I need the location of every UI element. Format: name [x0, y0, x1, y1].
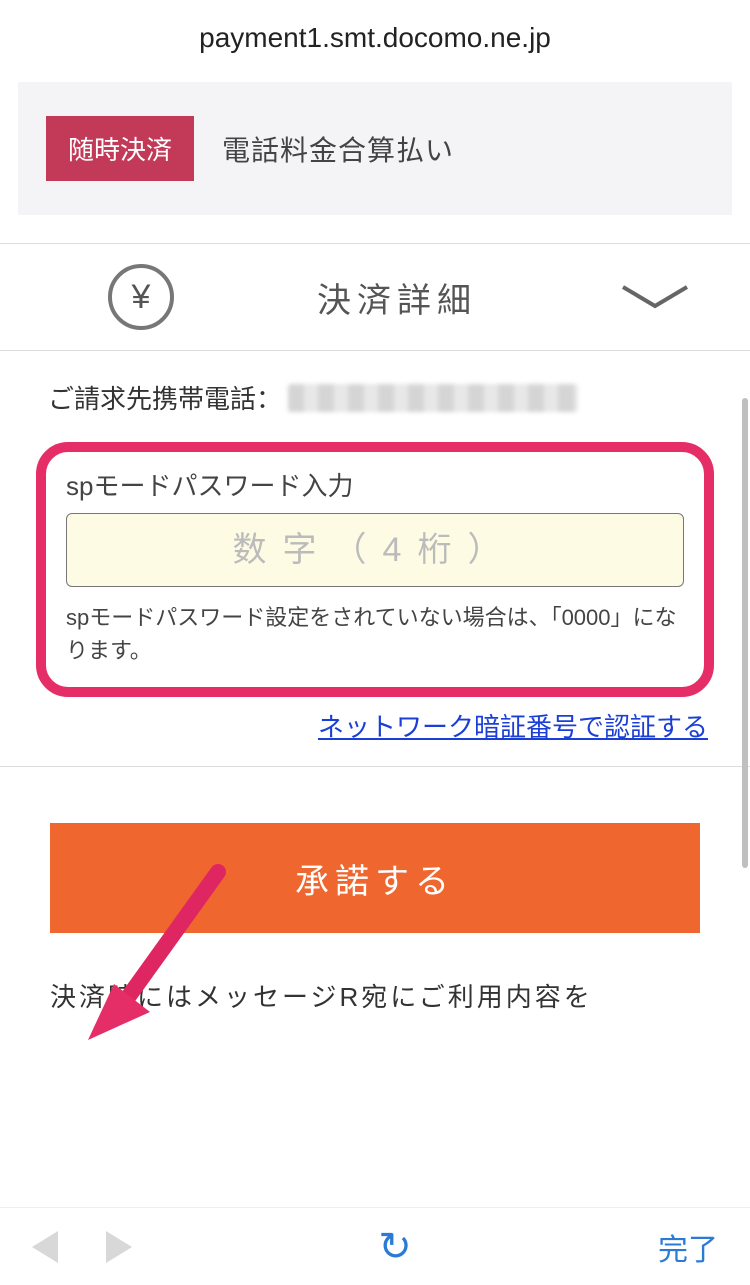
- browser-bottom-bar: ↻ 完了: [0, 1207, 750, 1285]
- sp-password-label: spモードパスワード入力: [66, 466, 684, 503]
- payment-note: 決済時にはメッセージR宛にご利用内容を: [0, 933, 750, 1014]
- billing-label: ご請求先携帯電話：: [48, 379, 282, 416]
- yen-icon: ¥: [108, 264, 174, 330]
- annotation-highlight-frame: spモードパスワード入力 spモードパスワード設定をされていない場合は、「000…: [36, 442, 714, 697]
- payment-details-title: 決済詳細: [317, 273, 477, 322]
- back-icon[interactable]: [32, 1231, 58, 1263]
- scroll-indicator: [742, 398, 748, 868]
- payment-method-box: 随時決済 電話料金合算払い: [18, 82, 732, 215]
- billing-phone-row: ご請求先携帯電話：: [0, 351, 750, 434]
- done-button[interactable]: 完了: [658, 1225, 718, 1269]
- sp-password-help: spモードパスワード設定をされていない場合は、「0000」になります。: [66, 601, 684, 667]
- sp-password-input[interactable]: [66, 513, 684, 587]
- chevron-down-icon: [620, 284, 690, 310]
- divider: [0, 766, 750, 767]
- accept-button[interactable]: 承諾する: [50, 823, 700, 933]
- billing-phone-redacted: [288, 384, 578, 412]
- payment-method-text: 電話料金合算払い: [222, 129, 454, 169]
- payment-details-header[interactable]: ¥ 決済詳細: [0, 244, 750, 351]
- forward-icon[interactable]: [106, 1231, 132, 1263]
- payment-badge: 随時決済: [46, 116, 194, 181]
- reload-icon[interactable]: ↻: [378, 1224, 412, 1270]
- network-pin-auth-link[interactable]: ネットワーク暗証番号で認証する: [318, 712, 708, 742]
- url-bar: payment1.smt.docomo.ne.jp: [0, 0, 750, 72]
